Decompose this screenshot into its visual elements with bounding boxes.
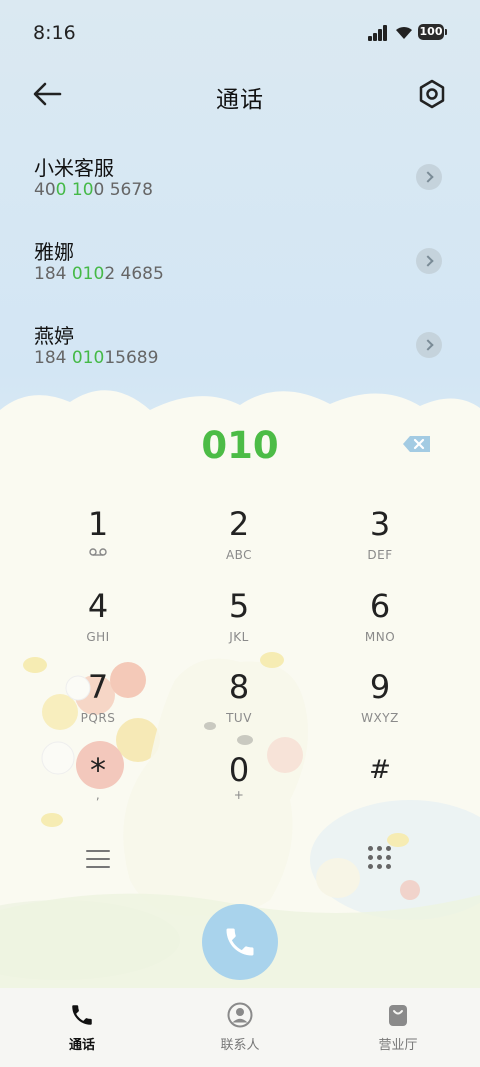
phone-icon: [226, 928, 254, 956]
contact-name: 雅娜: [34, 240, 74, 264]
key-star[interactable]: *,: [28, 752, 168, 832]
key-0[interactable]: 0 +: [169, 752, 309, 832]
key-6[interactable]: 6 MNO: [310, 588, 450, 668]
key-4[interactable]: 4 GHI: [28, 588, 168, 668]
contact-row[interactable]: 雅娜 184 0102 4685: [0, 224, 480, 308]
nav-contacts[interactable]: 联系人: [180, 988, 300, 1067]
status-bar: 8:16 100: [0, 0, 480, 64]
contact-number: 184 0102 4685: [34, 264, 164, 284]
chevron-right-icon[interactable]: [416, 164, 442, 190]
bottom-nav: 通话 联系人 营业厅: [0, 988, 480, 1067]
contact-name: 小米客服: [34, 156, 114, 180]
chevron-right-icon[interactable]: [416, 248, 442, 274]
person-icon: [227, 1002, 253, 1028]
status-time: 8:16: [33, 22, 76, 44]
chevron-right-icon[interactable]: [416, 332, 442, 358]
key-2[interactable]: 2 ABC: [169, 506, 309, 586]
header: 通话: [0, 64, 480, 124]
phone-icon: [72, 1005, 92, 1025]
dialer-screen: 8:16 100 通话 小米客服 400 100 5678 雅娜 184 010…: [0, 0, 480, 1067]
battery-icon: 100: [418, 24, 447, 40]
page-title: 通话: [216, 87, 264, 113]
signal-icon: [368, 25, 390, 41]
contact-row[interactable]: 小米客服 400 100 5678: [0, 140, 480, 224]
wifi-icon: [396, 26, 412, 39]
contact-number: 400 100 5678: [34, 180, 153, 200]
voicemail-icon: [89, 548, 107, 556]
key-8[interactable]: 8 TUV: [169, 669, 309, 749]
menu-icon[interactable]: [86, 846, 112, 872]
call-button[interactable]: [202, 904, 278, 980]
backspace-icon[interactable]: [402, 434, 432, 454]
key-1[interactable]: 1: [28, 506, 168, 586]
contact-number: 184 01015689: [34, 348, 159, 368]
dialpad-toggle-icon[interactable]: [368, 846, 394, 872]
key-5[interactable]: 5 JKL: [169, 588, 309, 668]
contact-name: 燕婷: [34, 324, 74, 348]
key-9[interactable]: 9 WXYZ: [310, 669, 450, 749]
nav-calls[interactable]: 通话: [22, 988, 142, 1067]
key-hash[interactable]: #: [310, 752, 450, 832]
nav-service-hall[interactable]: 营业厅: [338, 988, 458, 1067]
settings-icon[interactable]: [416, 78, 448, 110]
bag-icon: [389, 1005, 407, 1026]
key-3[interactable]: 3 DEF: [310, 506, 450, 586]
key-7[interactable]: 7 PQRS: [28, 669, 168, 749]
